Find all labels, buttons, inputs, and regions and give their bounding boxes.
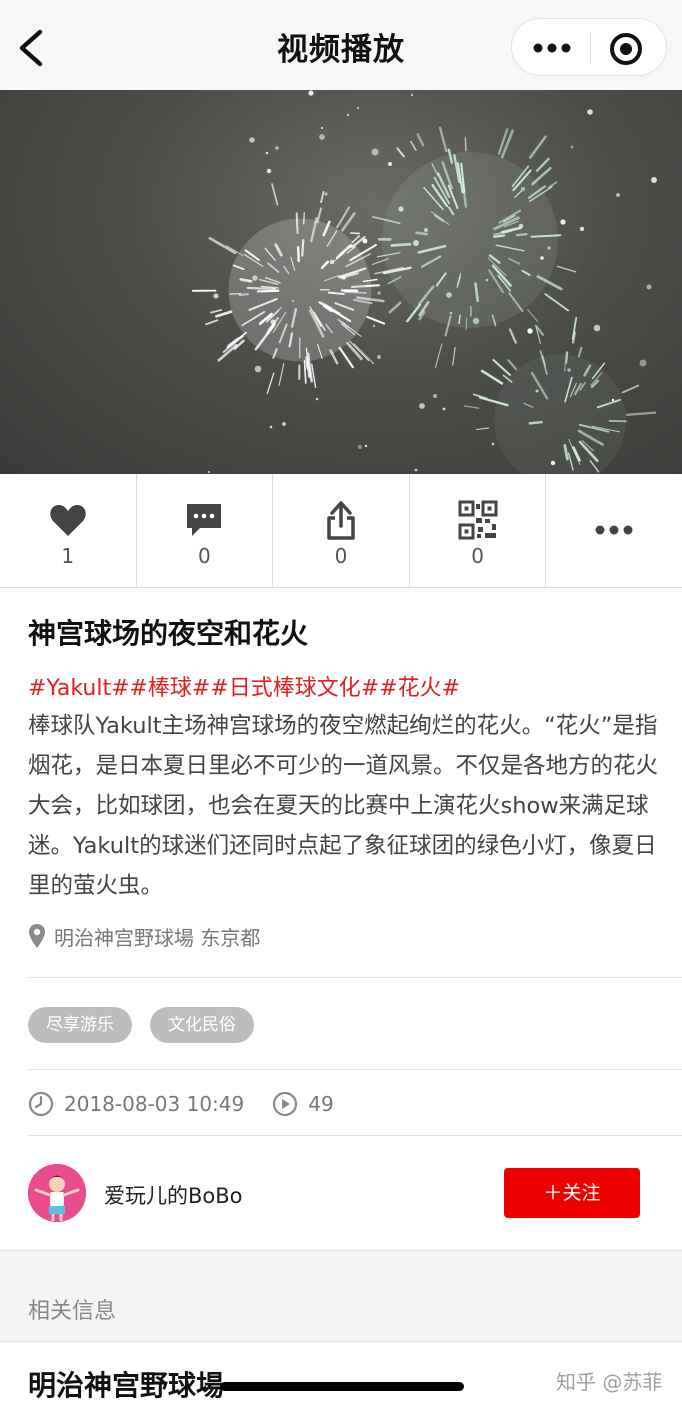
heart-icon [50,504,86,536]
share-icon [327,501,355,540]
qrcode-button[interactable]: 0 [410,474,547,587]
watermark: 知乎 @苏菲 [556,1370,663,1394]
author-name[interactable]: 爱玩儿的BoBo [104,1180,243,1210]
share-button[interactable]: 0 [273,474,410,587]
clock-icon [28,1091,54,1117]
post-hashtags[interactable]: #Yakult##棒球##日式棒球文化##花火# [28,670,460,702]
view-count-group: 49 [272,1091,334,1117]
location-text: 明治神宫野球場 东京都 [54,925,261,950]
mini-program-capsule [511,18,667,76]
more-dots-icon[interactable] [526,29,578,67]
action-bar: 1 0 0 0 [0,474,682,588]
related-info-label: 相关信息 [28,1299,117,1324]
avatar[interactable] [28,1164,86,1222]
post-meta: 2018-08-03 10:49 49 [28,1088,334,1120]
like-count: 1 [61,544,75,568]
target-close-icon[interactable] [608,31,644,67]
comment-count: 0 [198,544,211,568]
location-pin-icon [29,924,45,948]
divider [28,1135,682,1136]
fireworks-video-frame [191,90,657,474]
qrcode-count: 0 [471,544,484,568]
avatar-illustration [28,1164,86,1222]
comment-icon [187,504,222,536]
divider [28,1069,682,1070]
post-title: 神宫球场的夜空和花火 [28,617,309,650]
qrcode-icon [458,500,498,540]
view-count: 49 [308,1092,334,1116]
home-indicator [220,1382,464,1391]
tag-chip[interactable]: 文化民俗 [150,1007,254,1043]
author-row: 爱玩儿的BoBo ＋关注 [28,1164,658,1222]
navigation-bar: 视频播放 [0,0,682,90]
post-datetime: 2018-08-03 10:49 [64,1092,245,1116]
more-dots-icon [595,525,633,535]
related-info-header: 相关信息 [0,1250,682,1342]
tag-list: 尽享游乐 文化民俗 [28,1007,272,1043]
related-place-title[interactable]: 明治神宫野球場 [28,1364,224,1404]
capsule-divider [590,33,591,63]
video-player[interactable] [0,90,682,474]
location-link[interactable]: 明治神宫野球場 东京都 [28,920,260,952]
more-actions-button[interactable] [546,474,682,587]
like-button[interactable]: 1 [0,474,137,587]
comment-button[interactable]: 0 [137,474,274,587]
share-count: 0 [334,544,348,568]
divider [28,977,682,978]
follow-button[interactable]: ＋关注 [504,1168,640,1218]
tag-chip[interactable]: 尽享游乐 [28,1007,132,1043]
play-circle-icon [273,1091,298,1117]
post-description: 棒球队Yakult主场神宫球场的夜空燃起绚烂的花火。“花火”是指烟花，是日本夏日… [28,713,659,899]
